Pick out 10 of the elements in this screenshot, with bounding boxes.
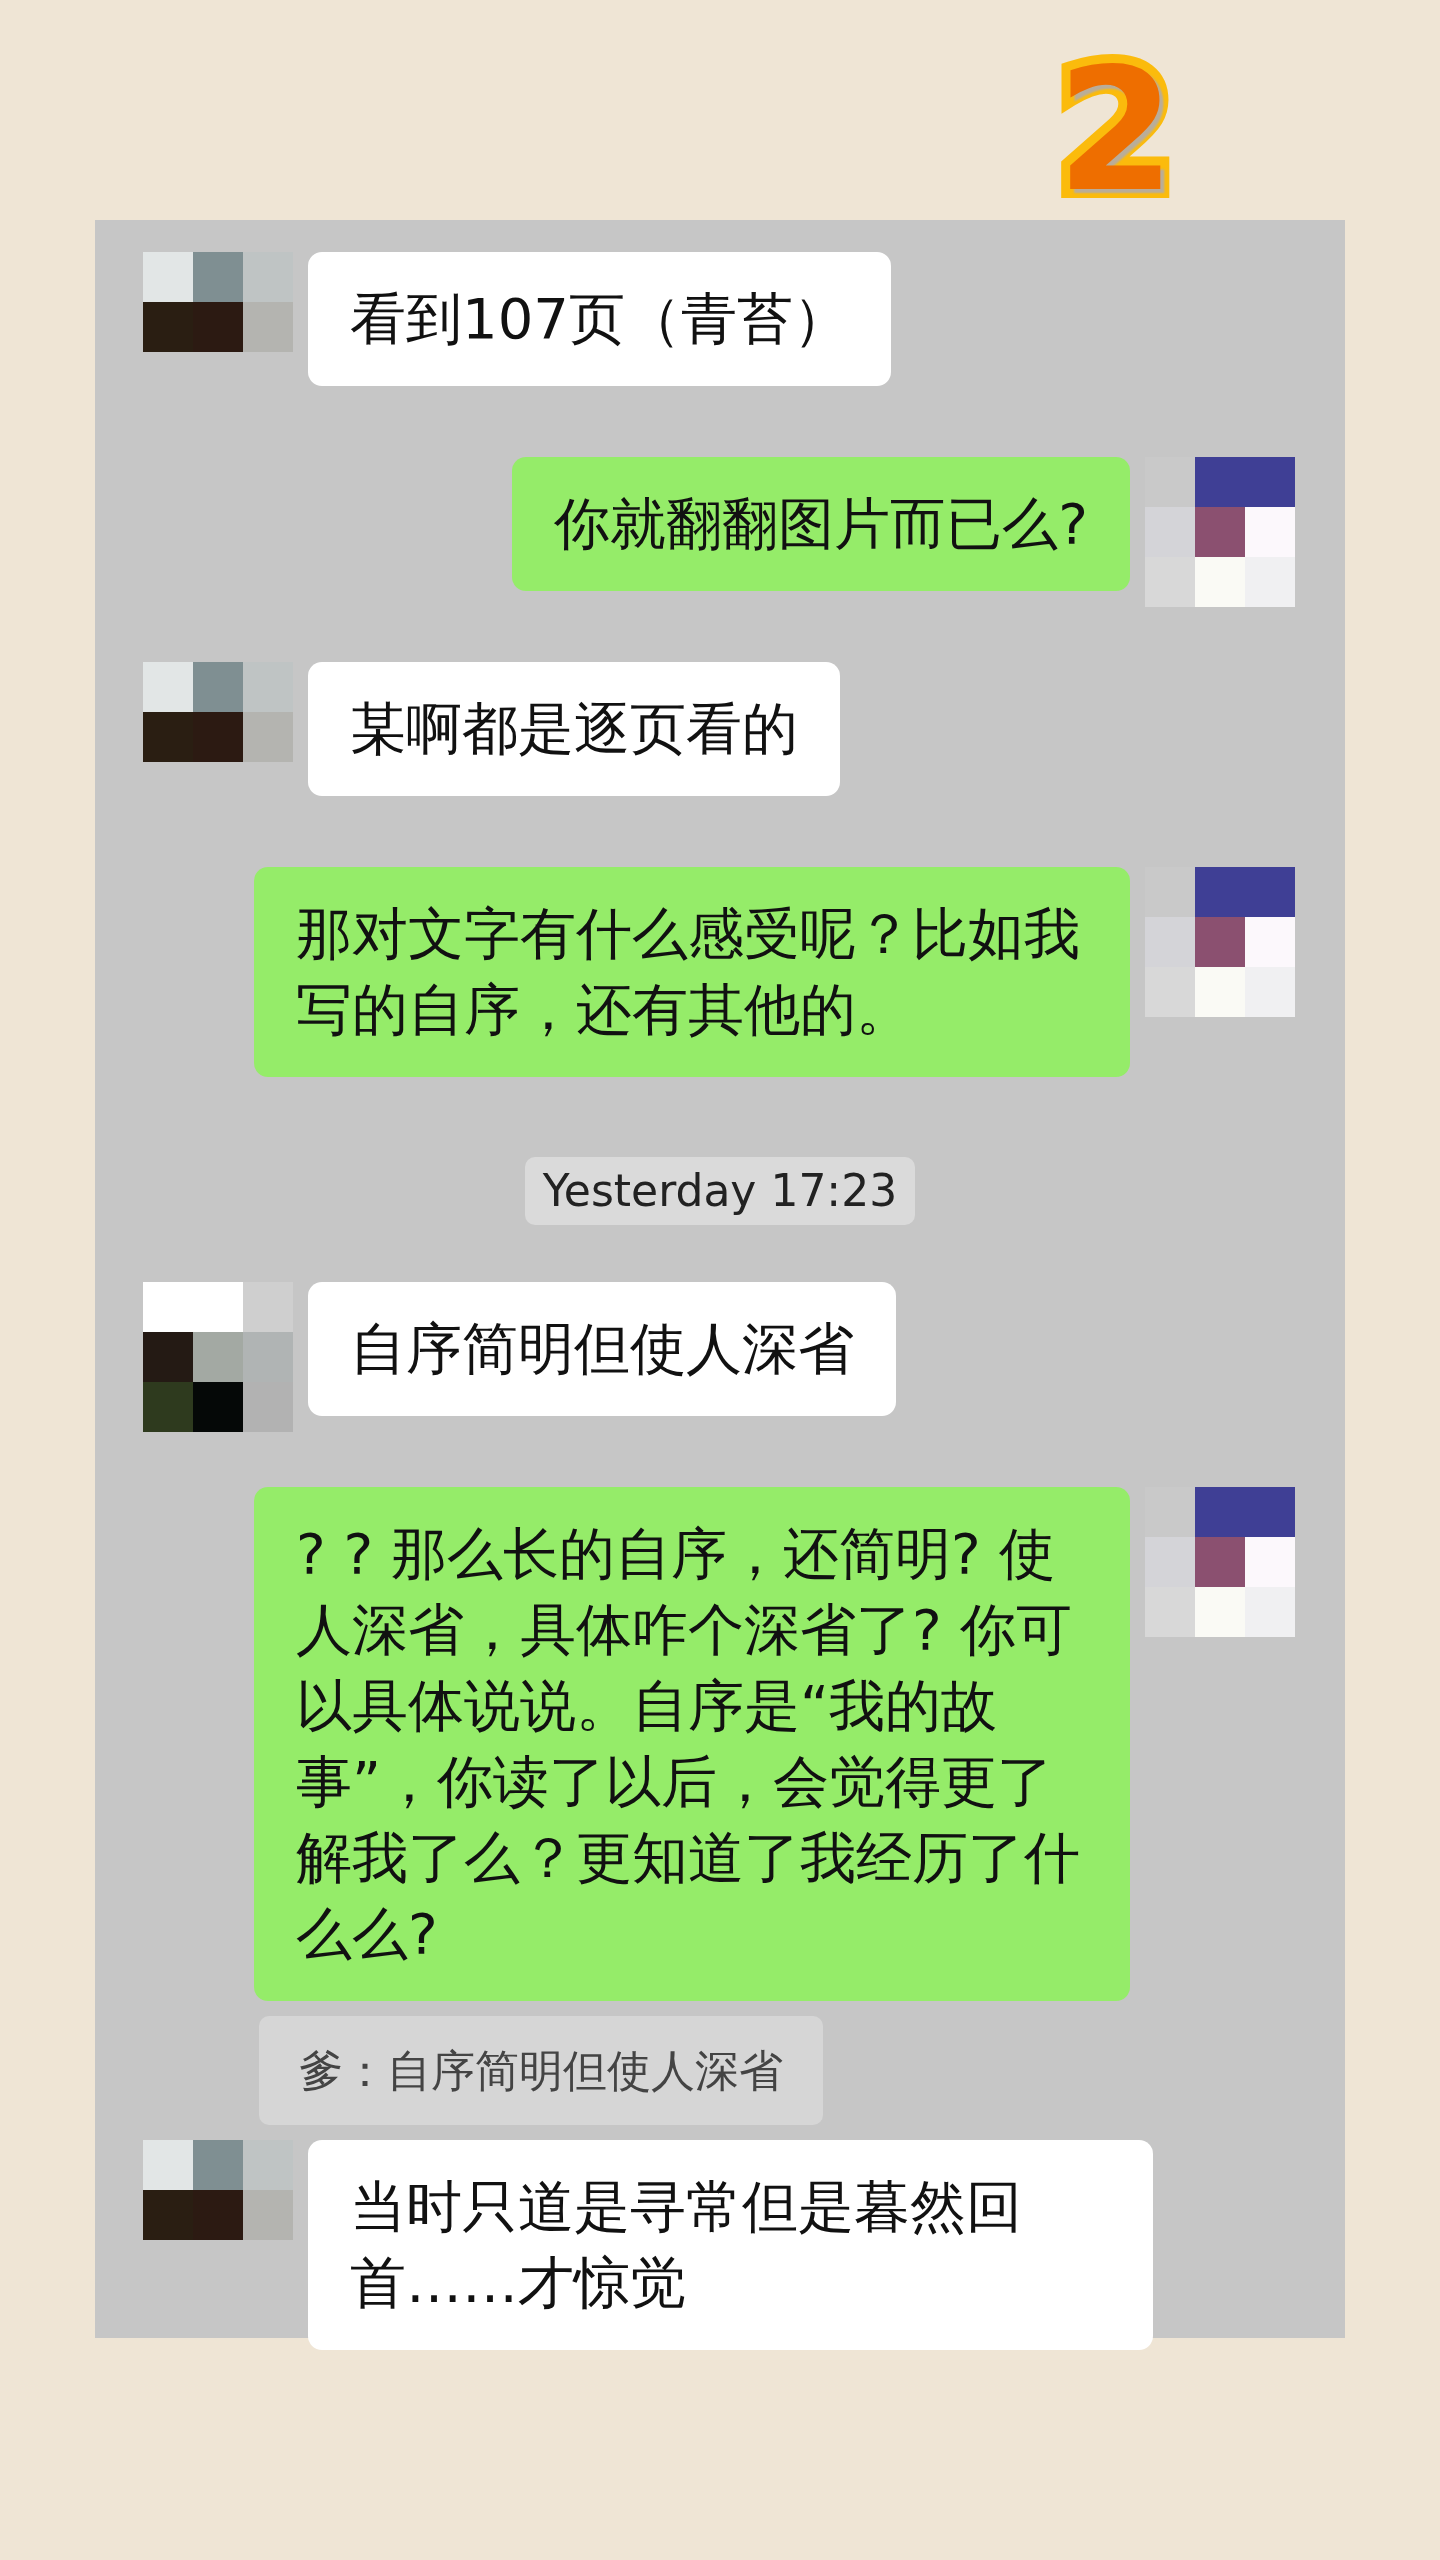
timestamp: Yesterday 17:23 bbox=[524, 1157, 916, 1225]
message-bubble: 你就翻翻图片而已么? bbox=[512, 457, 1130, 591]
message-bubble: 当时只道是寻常但是暮然回首……才惊觉 bbox=[308, 2140, 1153, 2350]
quoted-message: 爹：自序简明但使人深省 bbox=[259, 2016, 823, 2125]
message-bubble: 自序简明但使人深省 bbox=[308, 1282, 896, 1416]
page-number: 2 bbox=[1056, 40, 1175, 220]
message-bubble: 那对文字有什么感受呢？比如我写的自序，还有其他的。 bbox=[254, 867, 1130, 1077]
message-bubble: ? ? 那么长的自序，还简明? 使人深省，具体咋个深省了? 你可以具体说说。自序是“我的故事”，你读了以后，会觉得更了解我了么？更知道了我经历了什么么? bbox=[254, 1487, 1130, 2001]
message-bubble: 某啊都是逐页看的 bbox=[308, 662, 840, 796]
message-bubble: 看到107页（青苔） bbox=[308, 252, 891, 386]
